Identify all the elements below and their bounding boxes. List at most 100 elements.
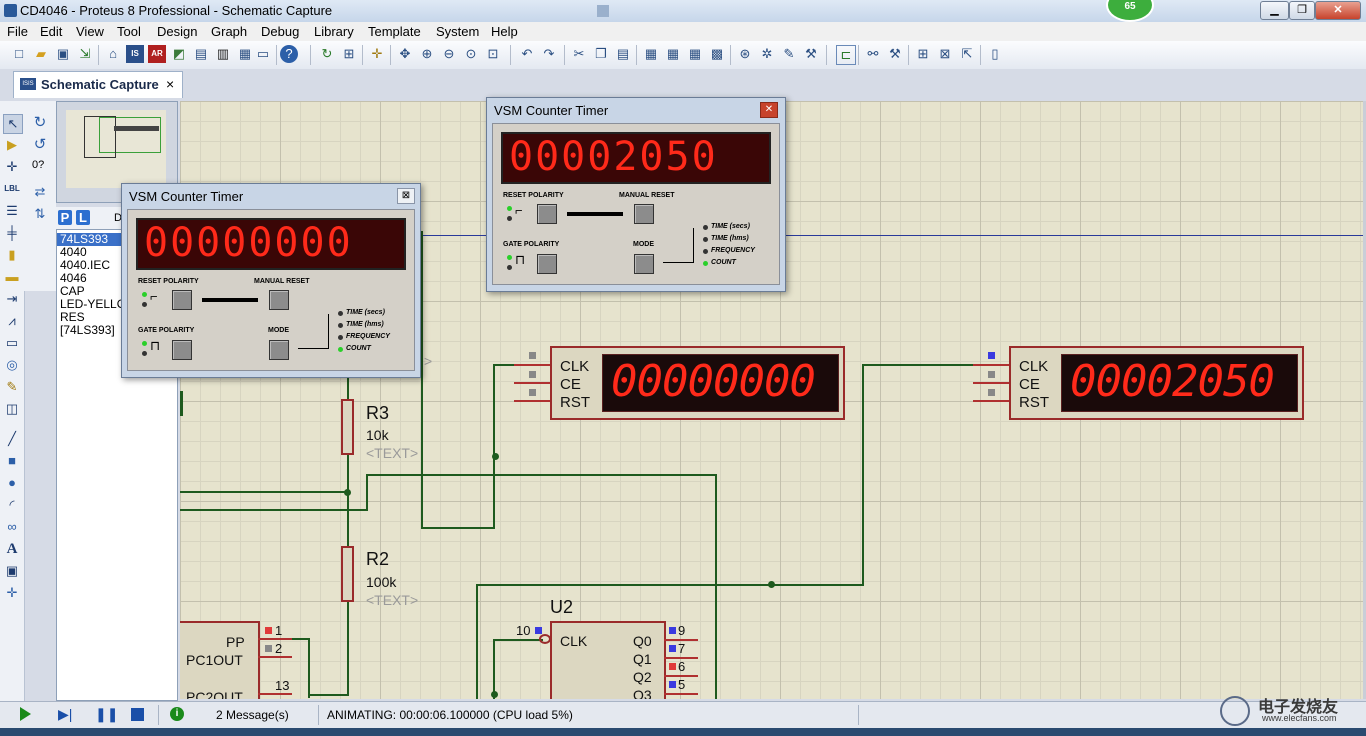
wire[interactable] — [180, 509, 366, 511]
stop-icon[interactable] — [131, 708, 144, 721]
popup-close-button[interactable]: ⊠ — [397, 188, 415, 204]
pause-icon[interactable]: ❚❚ — [95, 707, 118, 721]
rotate-cw-icon[interactable]: ↻ — [31, 114, 49, 132]
u2-chip[interactable]: CLK Q0 Q1 Q2 Q3 — [550, 621, 666, 699]
wire[interactable] — [180, 491, 350, 493]
wire[interactable] — [862, 364, 864, 586]
cd4046-chip[interactable]: PP PC1OUT PC2OUT — [180, 621, 260, 699]
box-icon[interactable]: ■ — [3, 452, 21, 470]
subcircuit-icon[interactable]: ▮ — [3, 246, 21, 264]
redo-icon[interactable]: ↷ — [540, 45, 558, 63]
wire[interactable] — [180, 391, 183, 416]
vsm-counter-timer-popup-1[interactable]: VSM Counter Timer ⊠ 00000000 RESET POLAR… — [121, 183, 421, 378]
mirror-x-icon[interactable]: ⇄ — [31, 183, 49, 201]
junction-dot-icon[interactable]: ✛ — [3, 158, 21, 176]
refresh-icon[interactable]: ↻ — [318, 45, 336, 63]
menu-design[interactable]: Design — [157, 24, 197, 39]
menu-debug[interactable]: Debug — [261, 24, 299, 39]
terminals-icon[interactable]: ▬ — [3, 268, 21, 286]
copy-icon[interactable]: ❐ — [592, 45, 610, 63]
block-copy-icon[interactable]: ▦ — [642, 45, 660, 63]
pan-icon[interactable]: ✥ — [396, 45, 414, 63]
resistor-r2[interactable] — [341, 546, 354, 602]
wire[interactable] — [421, 231, 423, 527]
menu-edit[interactable]: Edit — [40, 24, 62, 39]
3d-view-icon[interactable]: ◩ — [170, 45, 188, 63]
symbol-icon[interactable]: ▣ — [3, 562, 21, 580]
library-manager-button[interactable]: L — [76, 210, 90, 225]
code-icon[interactable]: ▭ — [254, 45, 272, 63]
wire[interactable] — [493, 364, 495, 529]
voltage-probe-icon[interactable]: ✎ — [3, 378, 21, 396]
close-button[interactable]: ✕ — [1315, 1, 1361, 20]
home-icon[interactable]: ⌂ — [104, 45, 122, 63]
pick-device-icon[interactable]: ⊛ — [736, 45, 754, 63]
play-icon[interactable] — [20, 707, 31, 721]
origin-icon[interactable]: ✛ — [368, 45, 386, 63]
wire[interactable] — [310, 694, 349, 696]
new-sheet-icon[interactable]: ⊞ — [914, 45, 932, 63]
reset-polarity-button[interactable] — [172, 290, 192, 310]
list-item[interactable]: [74LS393] — [60, 324, 115, 337]
minimize-button[interactable]: ▁ — [1260, 1, 1289, 20]
zoom-area-icon[interactable]: ⊡ — [484, 45, 502, 63]
rotation-angle[interactable]: 0? — [32, 159, 44, 171]
junction-dot[interactable] — [344, 489, 351, 496]
wire-autorouter-icon[interactable]: ⊏ — [836, 45, 856, 65]
wire[interactable] — [366, 474, 716, 476]
wire[interactable] — [476, 584, 478, 699]
junction-dot[interactable] — [491, 691, 498, 698]
menu-system[interactable]: System — [436, 24, 479, 39]
generator-icon[interactable]: ◎ — [3, 356, 21, 374]
zoom-out-icon[interactable]: ⊖ — [440, 45, 458, 63]
gate-polarity-button[interactable] — [172, 340, 192, 360]
ares-icon[interactable]: AR — [148, 45, 166, 63]
messages-count[interactable]: 2 Message(s) — [216, 708, 289, 722]
wire[interactable] — [347, 602, 349, 694]
resistor-r3[interactable] — [341, 399, 354, 455]
wire[interactable] — [493, 639, 495, 699]
junction-dot[interactable] — [768, 581, 775, 588]
mode-button[interactable] — [634, 254, 654, 274]
wire[interactable] — [476, 584, 862, 586]
make-device-icon[interactable]: ✲ — [758, 45, 776, 63]
wire[interactable] — [308, 638, 310, 698]
grid-icon[interactable]: ⊞ — [340, 45, 358, 63]
wire[interactable] — [715, 474, 717, 699]
tape-recorder-icon[interactable]: ▭ — [3, 334, 21, 352]
device-pins-icon[interactable]: ⇥ — [3, 290, 21, 308]
menu-graph[interactable]: Graph — [211, 24, 247, 39]
maximize-button[interactable]: ❐ — [1289, 1, 1315, 20]
virtual-instruments-icon[interactable]: ◫ — [3, 400, 21, 418]
menu-template[interactable]: Template — [368, 24, 421, 39]
manual-reset-button[interactable] — [269, 290, 289, 310]
menu-file[interactable]: File — [7, 24, 28, 39]
component-mode-icon[interactable]: ▶ — [3, 136, 21, 154]
pin-icon[interactable] — [597, 5, 609, 17]
step-icon[interactable]: ▶| — [58, 707, 72, 721]
report-icon[interactable]: ▯ — [986, 45, 1004, 63]
block-rotate-icon[interactable]: ▦ — [686, 45, 704, 63]
arc-icon[interactable]: ◜ — [3, 496, 21, 514]
circle-icon[interactable]: ● — [3, 474, 21, 492]
text-script-icon[interactable]: ☰ — [3, 202, 21, 220]
counter-timer-2[interactable]: CLK CE RST 00002050 — [1009, 346, 1304, 420]
bom-icon[interactable]: ▥ — [214, 45, 232, 63]
menu-view[interactable]: View — [76, 24, 104, 39]
rotate-ccw-icon[interactable]: ↺ — [31, 136, 49, 154]
line-icon[interactable]: ╱ — [3, 430, 21, 448]
mirror-y-icon[interactable]: ⇅ — [31, 205, 49, 223]
block-delete-icon[interactable]: ▩ — [708, 45, 726, 63]
path-icon[interactable]: ∞ — [3, 518, 21, 536]
zoom-all-icon[interactable]: ⊙ — [462, 45, 480, 63]
tab-schematic-capture[interactable]: ISIS Schematic Capture × — [13, 71, 183, 98]
exit-to-parent-icon[interactable]: ⇱ — [958, 45, 976, 63]
menu-library[interactable]: Library — [314, 24, 354, 39]
marker-icon[interactable]: ✛ — [3, 584, 21, 602]
save-icon[interactable]: ▣ — [54, 45, 72, 63]
junction-dot[interactable] — [492, 453, 499, 460]
manual-reset-button[interactable] — [634, 204, 654, 224]
undo-icon[interactable]: ↶ — [518, 45, 536, 63]
cut-icon[interactable]: ✂ — [570, 45, 588, 63]
remove-sheet-icon[interactable]: ⊠ — [936, 45, 954, 63]
